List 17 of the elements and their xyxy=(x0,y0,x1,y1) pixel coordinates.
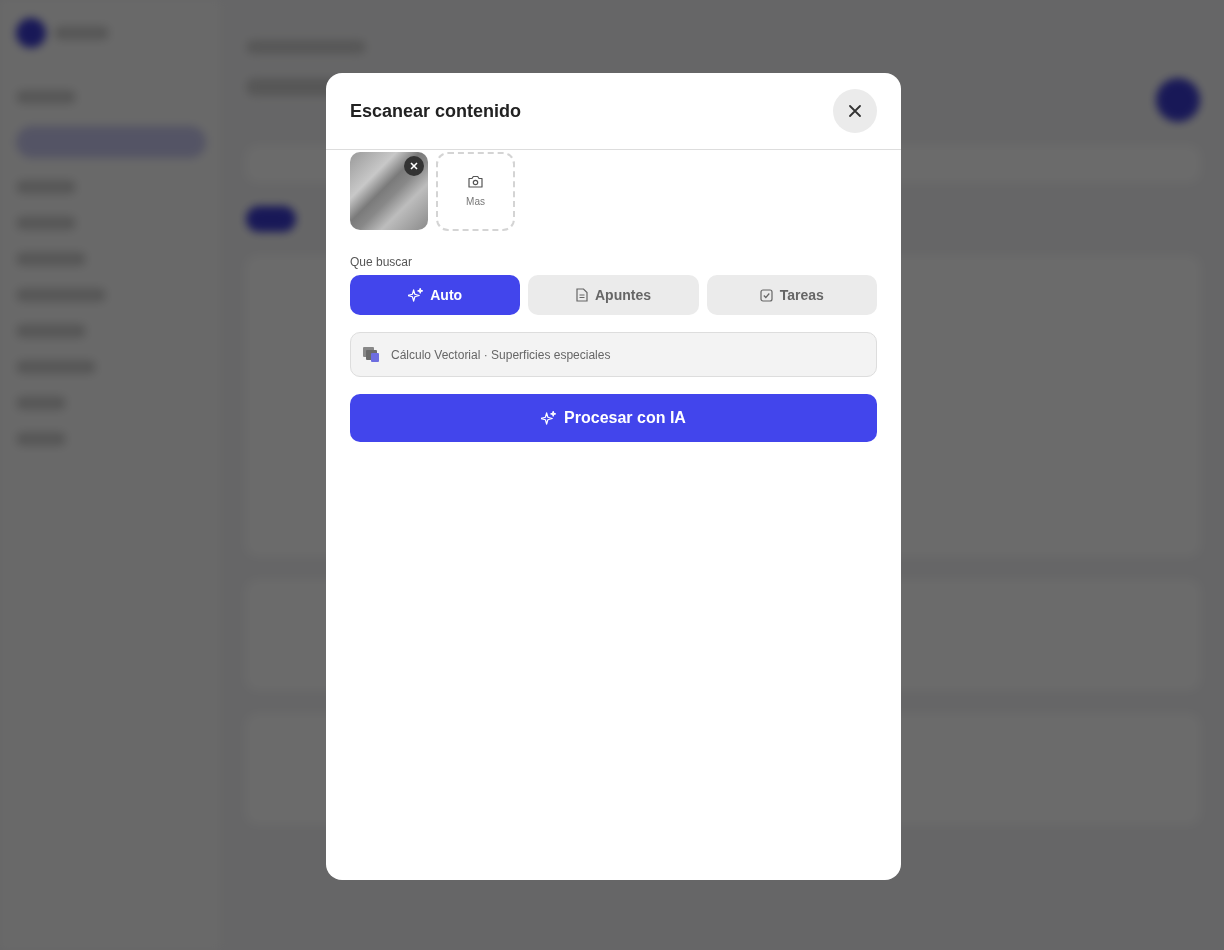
sparkle-icon xyxy=(541,410,557,426)
dialog-title: Escanear contenido xyxy=(350,99,522,123)
close-button[interactable] xyxy=(833,89,877,133)
close-icon xyxy=(410,162,418,170)
close-icon xyxy=(849,105,861,117)
mode-tab[interactable]: Apuntes xyxy=(528,275,699,315)
checkbox-icon xyxy=(759,288,773,302)
mode-tab[interactable]: Tareas xyxy=(706,275,877,315)
context-field[interactable]: Cálculo Vectorial · Superficies especiales xyxy=(350,332,877,377)
process-button[interactable]: Procesar con IA xyxy=(350,394,877,442)
mode-tab[interactable]: Auto xyxy=(350,275,521,315)
sparkle-icon xyxy=(408,287,424,303)
camera-icon xyxy=(468,174,483,188)
remove-photo-button[interactable] xyxy=(404,156,424,176)
document-icon xyxy=(576,288,588,302)
section-label: Que buscar xyxy=(350,254,414,271)
add-photo-button[interactable]: Mas xyxy=(436,152,515,231)
